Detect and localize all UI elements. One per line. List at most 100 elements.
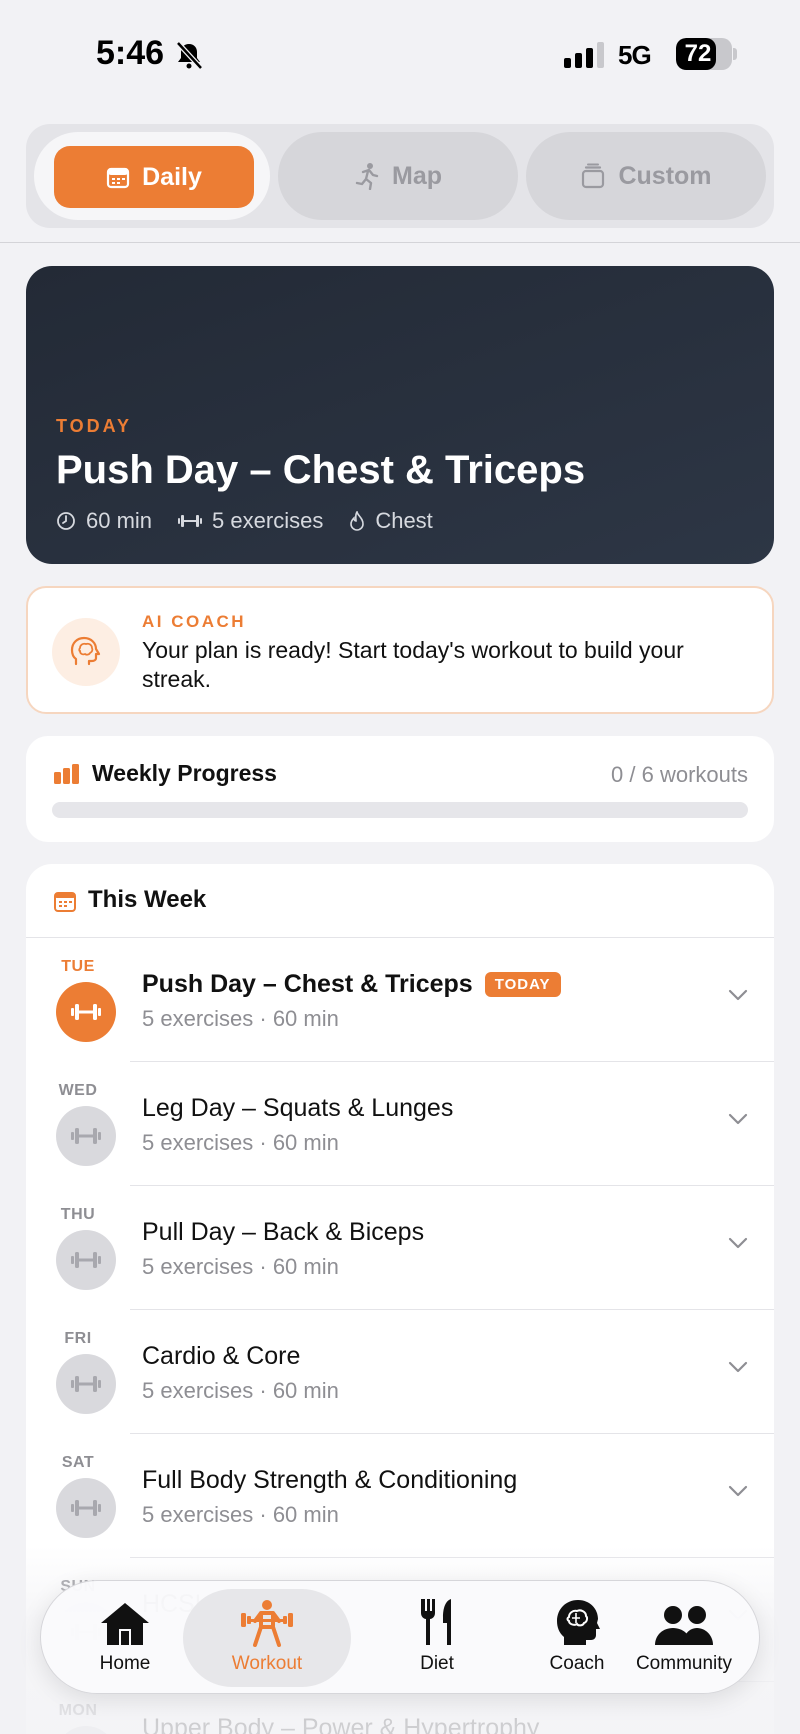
tab-coach-label: Coach — [549, 1653, 605, 1674]
day-label: THU — [60, 1206, 96, 1223]
signal-icon — [564, 42, 604, 68]
home-icon — [101, 1603, 149, 1645]
day-label: SAT — [61, 1454, 95, 1471]
day-workout-title: Leg Day – Squats & Lunges — [142, 1094, 453, 1123]
brain-head-icon — [70, 636, 101, 666]
bell-off-icon — [176, 41, 203, 70]
tab-workout-label: Workout — [231, 1653, 303, 1674]
segment-daily-pill[interactable]: Daily — [54, 146, 254, 208]
segment-map-label: Map — [392, 161, 442, 190]
header-divider — [0, 242, 800, 243]
week-header: This Week — [26, 864, 774, 938]
day-row-wed[interactable]: WED Leg Day – Squats & Lunges 5 exercises … — [26, 1062, 774, 1186]
week-title: This Week — [88, 886, 207, 913]
segment-daily-label: Daily — [142, 162, 202, 191]
day-status-circle — [56, 1354, 116, 1414]
day-workout-name: Leg Day – Squats & Lunges — [142, 1094, 454, 1122]
day-workout-name: Full Body Strength & Conditioning — [142, 1466, 518, 1494]
network-type: 5G — [618, 40, 652, 70]
today-badge: TODAY — [484, 972, 561, 997]
fork-knife-icon — [421, 1599, 451, 1645]
day-workout-name: Push Day – Chest & Triceps — [142, 970, 473, 998]
day-workout-meta: 5 exercises · 60 min — [142, 1006, 339, 1031]
clock-icon — [57, 512, 75, 530]
dumbbell-icon — [71, 1252, 101, 1268]
day-label: FRI — [64, 1330, 92, 1347]
view-segmented-control: Daily Map Custom — [26, 124, 774, 228]
chevron-down-icon — [728, 1361, 748, 1373]
coach-kicker: AI COACH — [142, 612, 247, 631]
today-workout-hero[interactable]: TODAY Push Day – Chest & Triceps 60 min … — [26, 266, 774, 564]
tab-workout[interactable]: Workout — [183, 1589, 351, 1687]
day-row-fri[interactable]: FRI Cardio & Core 5 exercises · 60 min — [26, 1310, 774, 1434]
hero-muscle: Chest — [349, 508, 433, 534]
status-time: 5:46 — [96, 34, 165, 72]
day-workout-meta: 5 exercises · 60 min — [142, 1502, 339, 1527]
weekly-progress-card: Weekly Progress 0 / 6 workouts — [26, 736, 774, 842]
calendar-icon — [107, 167, 130, 189]
segment-daily[interactable]: Daily — [34, 132, 270, 220]
tab-diet-label: Diet — [420, 1653, 454, 1674]
chevron-down-icon — [728, 1113, 748, 1125]
brain-head-icon — [557, 1600, 600, 1645]
day-workout-name: Pull Day – Back & Biceps — [142, 1218, 425, 1246]
bottom-tab-bar: Home Workout Diet Coach Community — [40, 1580, 760, 1694]
hero-duration-text: 60 min — [86, 508, 153, 533]
hero-meta: 60 min 5 exercises Chest — [56, 508, 433, 534]
battery-icon: 72 — [676, 38, 732, 70]
weightlifter-icon — [241, 1600, 293, 1647]
day-row-sat[interactable]: SAT Full Body Strength & Conditioning 5 ex… — [26, 1434, 774, 1558]
day-row-tue[interactable]: TUE Push Day – Chest & Triceps TODAY 5 exer… — [26, 938, 774, 1062]
calendar-icon — [54, 892, 76, 912]
dumbbell-icon — [71, 1500, 101, 1516]
chevron-down-icon — [728, 1485, 748, 1497]
day-workout-name: Cardio & Core — [142, 1342, 301, 1370]
dumbbell-icon — [71, 1376, 101, 1392]
day-workout-title: Pull Day – Back & Biceps — [142, 1218, 424, 1247]
day-status-circle — [56, 1230, 116, 1290]
day-label: TUE — [61, 958, 95, 975]
coach-message: Your plan is ready! Start today's workou… — [142, 637, 684, 692]
hero-exercises: 5 exercises — [178, 508, 323, 534]
tab-diet[interactable]: Diet — [377, 1589, 497, 1687]
segment-custom[interactable]: Custom — [526, 132, 766, 220]
progress-count: 0 / 6 workouts — [611, 762, 748, 787]
day-workout-meta: 5 exercises · 60 min — [142, 1378, 339, 1403]
tab-community-label: Community — [635, 1653, 733, 1674]
hero-kicker: TODAY — [56, 416, 133, 436]
day-workout-meta: 5 exercises · 60 min — [142, 1130, 339, 1155]
tab-home-label: Home — [99, 1653, 151, 1674]
battery-level: 72 — [684, 40, 712, 67]
tab-community[interactable]: Community — [609, 1589, 759, 1687]
day-status-circle — [56, 1478, 116, 1538]
segment-map[interactable]: Map — [278, 132, 518, 220]
day-workout-meta: 5 exercises · 60 min — [142, 1254, 339, 1279]
running-icon — [355, 163, 379, 190]
day-workout-title: Full Body Strength & Conditioning — [142, 1466, 517, 1495]
bar-chart-icon — [54, 764, 79, 784]
tab-home[interactable]: Home — [65, 1589, 185, 1687]
hero-title: Push Day – Chest & Triceps — [56, 448, 586, 492]
hero-muscle-text: Chest — [375, 508, 433, 533]
dumbbell-icon — [178, 515, 203, 527]
battery-cap — [733, 48, 737, 60]
chevron-down-icon — [728, 1237, 748, 1249]
day-workout-title: Push Day – Chest & Triceps TODAY — [142, 970, 561, 999]
progress-title: Weekly Progress — [92, 760, 277, 786]
segment-custom-label: Custom — [618, 161, 712, 190]
dumbbell-icon — [71, 1128, 101, 1144]
hero-exercises-text: 5 exercises — [212, 508, 324, 533]
dumbbell-icon — [71, 1004, 101, 1020]
people-icon — [655, 1606, 713, 1645]
day-row-thu[interactable]: THU Pull Day – Back & Biceps 5 exercises ·… — [26, 1186, 774, 1310]
day-label: WED — [58, 1082, 98, 1099]
ai-coach-card[interactable]: AI COACH Your plan is ready! Start today… — [26, 586, 774, 714]
stack-icon — [582, 163, 605, 189]
progress-track — [52, 802, 748, 818]
status-bar: 5:46 5G 72 — [0, 0, 800, 110]
hero-duration: 60 min — [56, 508, 152, 534]
coach-avatar — [52, 618, 120, 686]
day-workout-title: Cardio & Core — [142, 1342, 300, 1371]
day-status-circle — [56, 1106, 116, 1166]
flame-icon — [350, 511, 365, 531]
